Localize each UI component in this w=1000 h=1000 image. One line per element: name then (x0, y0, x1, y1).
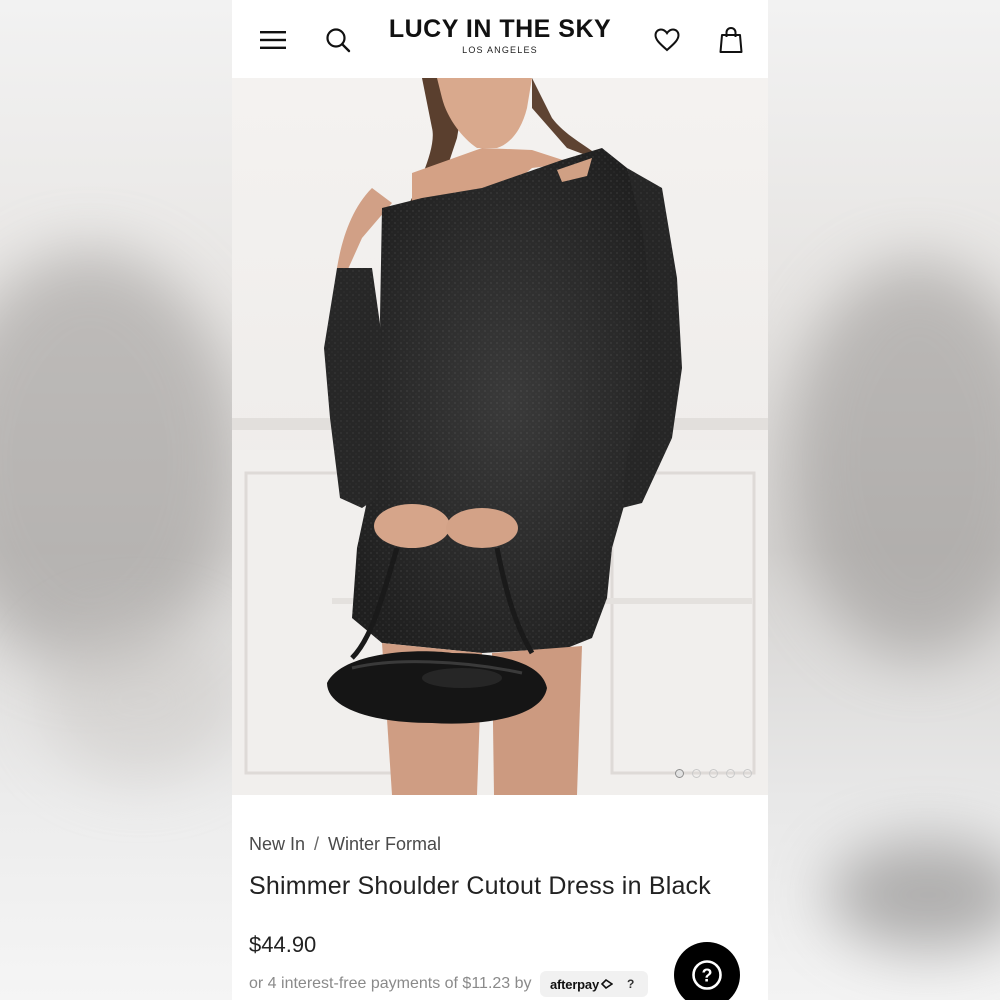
menu-button[interactable] (255, 22, 291, 58)
gallery-pagination (675, 769, 752, 778)
mobile-page: LUCY IN THE SKY LOS ANGELES New In / Win… (232, 0, 768, 1000)
breadcrumb-winter-formal[interactable]: Winter Formal (328, 834, 441, 854)
blurred-backdrop-left (0, 0, 232, 1000)
afterpay-info-icon[interactable]: ? (627, 977, 634, 991)
help-button[interactable]: ? (674, 942, 740, 1000)
product-price: $44.90 (249, 932, 317, 957)
breadcrumb-separator: / (314, 834, 320, 854)
gallery-dot-5[interactable] (743, 769, 752, 778)
help-label: ? (702, 966, 713, 986)
afterpay-logo: afterpay (550, 976, 599, 992)
gallery-dot-4[interactable] (726, 769, 735, 778)
breadcrumb-new-in[interactable]: New In (249, 834, 305, 854)
product-photo (232, 78, 768, 795)
cart-button[interactable] (713, 22, 749, 58)
brand-location: LOS ANGELES (462, 45, 538, 55)
wishlist-button[interactable] (649, 22, 685, 58)
product-image[interactable] (232, 78, 768, 795)
search-icon (326, 28, 351, 53)
site-header: LUCY IN THE SKY LOS ANGELES (232, 0, 768, 78)
heart-icon (654, 28, 680, 52)
afterpay-arrows-icon (600, 979, 613, 989)
search-button[interactable] (320, 22, 356, 58)
blurred-backdrop-right (768, 0, 1000, 1000)
gallery-dot-3[interactable] (709, 769, 718, 778)
breadcrumb: New In / Winter Formal (249, 834, 441, 855)
help-icon: ? (692, 960, 722, 990)
product-title: Shimmer Shoulder Cutout Dress in Black (249, 872, 711, 900)
brand-logo[interactable]: LUCY IN THE SKY LOS ANGELES (382, 14, 618, 56)
brand-name: LUCY IN THE SKY (388, 15, 612, 43)
menu-icon (260, 31, 286, 49)
installment-text: or 4 interest-free payments of $11.23 by (249, 975, 532, 992)
shopping-bag-icon (719, 26, 743, 53)
gallery-dot-1[interactable] (675, 769, 684, 778)
gallery-dot-2[interactable] (692, 769, 701, 778)
afterpay-badge[interactable]: afterpay ? (540, 971, 648, 997)
